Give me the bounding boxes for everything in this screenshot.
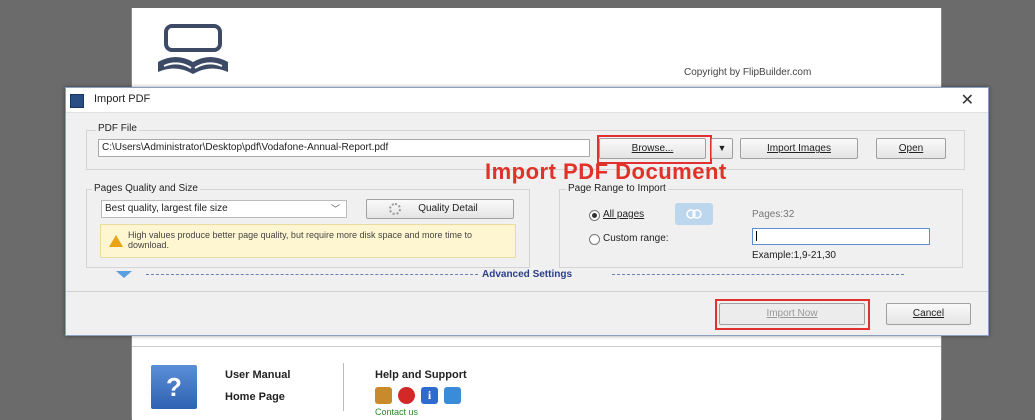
quality-detail-label: Quality Detail: [418, 203, 478, 214]
help-support-label: Help and Support: [375, 369, 467, 381]
custom-range-radio[interactable]: [589, 234, 600, 245]
close-icon[interactable]: ✕: [961, 90, 974, 110]
launcher-footer: ? User Manual Home Page Help and Support…: [132, 346, 941, 420]
quality-select-value: Best quality, largest file size: [105, 203, 228, 214]
all-pages-radio[interactable]: [589, 210, 600, 221]
browse-dropdown-icon[interactable]: ▼: [711, 138, 733, 159]
pdf-path-input[interactable]: C:\Users\Administrator\Desktop\pdf\Vodaf…: [98, 139, 590, 157]
quality-detail-button[interactable]: Quality Detail: [366, 199, 514, 219]
info-icon[interactable]: i: [421, 387, 438, 404]
expand-advanced-icon[interactable]: [116, 271, 132, 278]
open-label: Open: [898, 143, 924, 154]
import-pdf-dialog: Import PDF ✕ PDF File C:\Users\Administr…: [65, 87, 989, 336]
dialog-title: Import PDF: [94, 93, 151, 105]
advanced-settings-toggle[interactable]: Advanced Settings: [482, 269, 572, 280]
all-pages-label[interactable]: All pages: [603, 209, 644, 220]
import-images-button[interactable]: Import Images: [740, 138, 858, 159]
app-icon: [70, 94, 84, 108]
chevron-down-icon: ﹀: [330, 204, 340, 214]
quality-warning: High values produce better page quality,…: [100, 224, 516, 258]
import-now-highlight: [715, 299, 870, 330]
cancel-label: Cancel: [912, 308, 945, 319]
cancel-button[interactable]: Cancel: [886, 303, 971, 325]
import-pdf-annotation: Import PDF Document: [485, 159, 727, 184]
footer-divider-line: [66, 291, 988, 292]
download-icon[interactable]: [444, 387, 461, 404]
all-pages-text: All pages: [603, 209, 645, 220]
footer-divider: [343, 363, 344, 411]
pages-icon[interactable]: [675, 203, 713, 225]
page-range-label: Page Range to Import: [566, 183, 668, 194]
pages-count: Pages:32: [752, 209, 795, 220]
custom-range-input[interactable]: [752, 228, 930, 245]
advanced-line-right: [612, 274, 904, 275]
advanced-line-left: [146, 274, 478, 275]
help-icon[interactable]: ?: [151, 365, 197, 409]
user-manual-link[interactable]: User Manual: [225, 369, 290, 381]
warning-icon: [109, 235, 123, 247]
support-ball-icon[interactable]: [398, 387, 415, 404]
forum-icon[interactable]: [375, 387, 392, 404]
text-cursor: [756, 231, 757, 242]
open-button[interactable]: Open: [876, 138, 946, 159]
quality-group-label: Pages Quality and Size: [92, 183, 200, 194]
flipbuilder-logo-icon: [158, 24, 228, 74]
contact-us-link[interactable]: Contact us: [375, 407, 418, 417]
import-images-label: Import Images: [767, 143, 831, 154]
warning-text: High values produce better page quality,…: [128, 230, 473, 250]
dialog-titlebar: Import PDF ✕: [66, 88, 988, 113]
copyright-text: Copyright by FlipBuilder.com: [684, 67, 812, 78]
support-icons: i: [375, 387, 461, 404]
gear-icon: [389, 203, 401, 215]
home-page-link[interactable]: Home Page: [225, 391, 285, 403]
pdf-file-label: PDF File: [96, 123, 139, 134]
custom-range-label[interactable]: Custom range:: [603, 233, 669, 244]
quality-select[interactable]: Best quality, largest file size ﹀: [101, 200, 347, 218]
range-example: Example:1,9-21,30: [752, 250, 836, 261]
